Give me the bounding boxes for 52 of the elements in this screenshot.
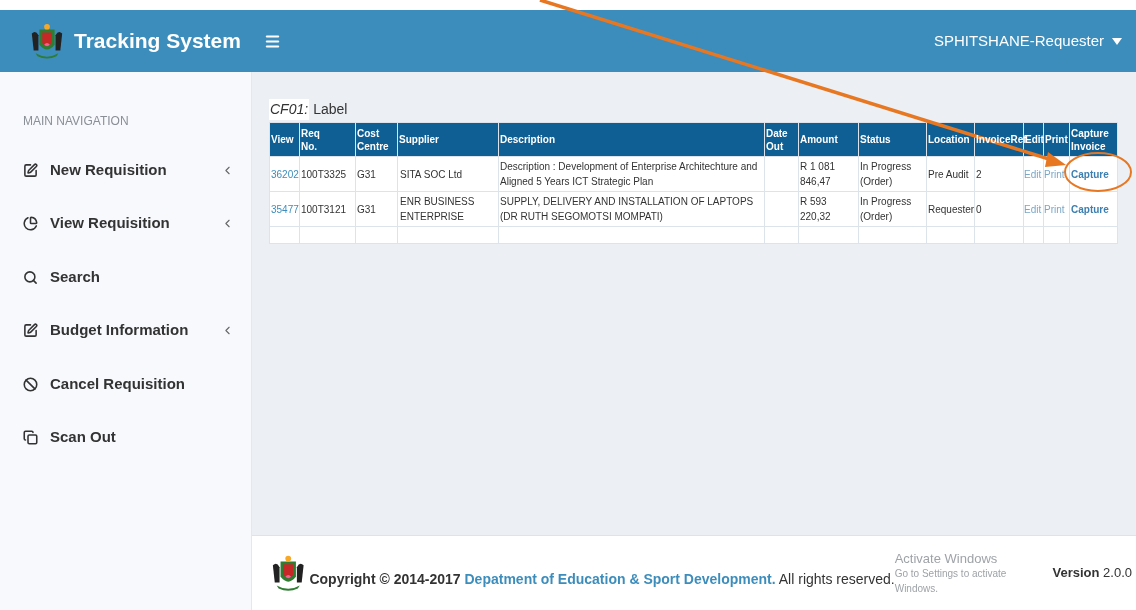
column-header: Location — [928, 133, 970, 146]
version-text: Version 2.0.0 — [1052, 564, 1132, 583]
menu-icon[interactable] — [264, 32, 281, 50]
caret-icon — [1112, 37, 1122, 45]
annotation-circle — [1064, 152, 1132, 192]
column-header: Date Out — [766, 126, 788, 153]
nav-heading: MAIN NAVIGATION — [23, 113, 130, 130]
column-header: Req No. — [301, 126, 320, 153]
copy-icon — [23, 430, 38, 445]
form-label: Label — [313, 100, 348, 119]
activation-hint: Go to Settings to activate Windows. — [894, 566, 1008, 596]
copyright-text: Copyright © 2014-2017 Depatment of Education & Sport Development. All rights reserved. — [309, 570, 895, 587]
column-header: Supplier — [399, 133, 439, 146]
table-cell: SUPPLY, DELIVERY AND INSTALLATION OF LAPTOPS (DR RUTH SEGOMOTSI MOMPATI) — [498, 191, 765, 227]
edit-icon — [23, 323, 38, 338]
column-header: View — [271, 133, 294, 146]
app-title: Tracking System — [74, 28, 241, 55]
column-header: Cost Centre — [357, 126, 389, 153]
pie-chart-icon — [23, 216, 38, 231]
nav-item[interactable]: Scan Out — [23, 422, 251, 453]
edit-icon — [23, 162, 38, 178]
table-cell: In Progress (Order) — [858, 156, 927, 192]
table-cell: Description : Development of Enterprise Architechture and Aligned 5 Years ICT Strategic Plan — [498, 156, 765, 192]
table-cell: SITA SOC Ltd — [397, 156, 499, 192]
search-icon — [23, 269, 38, 285]
table-cell: G31 — [355, 156, 398, 192]
table-cell: Requester — [926, 191, 975, 227]
table-cell: 100T3325 — [299, 156, 356, 192]
table-cell: 0 — [974, 191, 1024, 227]
activation-title: Activate Windows — [894, 550, 999, 566]
table-cell: Pre Audit — [926, 156, 975, 192]
nav-item[interactable]: New Requisition — [23, 155, 251, 185]
column-header: Amount — [800, 133, 838, 146]
nav-item[interactable]: View Requisition — [23, 208, 251, 239]
form-code: CF01: — [269, 99, 310, 120]
column-header: Print — [1045, 133, 1068, 146]
table-cell: R 1 081 846,47 — [798, 156, 859, 192]
column-header: Status — [860, 133, 891, 146]
organisation-link[interactable]: Depatment of Education & Sport Development. — [464, 570, 776, 587]
column-header: Description — [500, 133, 555, 146]
user-menu[interactable]: SPHITSHANE-Requester — [933, 29, 1122, 53]
table-cell: G31 — [355, 191, 398, 227]
table-cell: 2 — [974, 156, 1024, 192]
column-header: Capture Invoice — [1071, 126, 1109, 153]
table-cell: 100T3121 — [299, 191, 356, 227]
table-cell: In Progress (Order) — [858, 191, 927, 227]
nav-item[interactable]: Cancel Requisition — [23, 369, 251, 399]
table-cell: ENR BUSINESS ENTERPRISE — [397, 191, 499, 227]
table-cell: R 593 220,32 — [798, 191, 859, 227]
nav-item[interactable]: Search — [23, 262, 251, 292]
nav-item[interactable]: Budget Information — [23, 315, 251, 346]
ban-icon — [23, 376, 38, 392]
